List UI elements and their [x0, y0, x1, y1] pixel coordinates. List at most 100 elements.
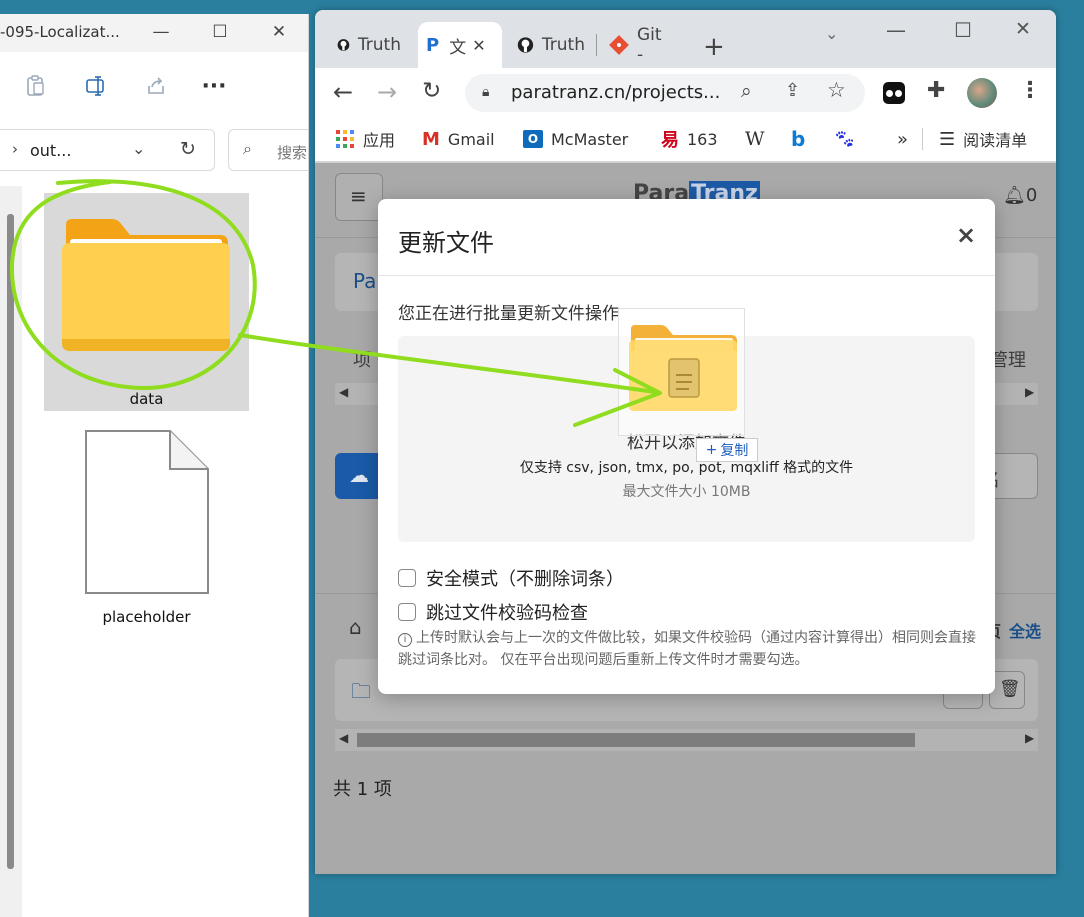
bookmark-apps[interactable]: 应用 [335, 124, 395, 154]
search-box[interactable]: ⌕ 搜索 [228, 129, 308, 171]
table-scrollbar[interactable]: ◀ ▶ [335, 729, 1038, 751]
tab-github-2[interactable]: Truth [509, 22, 593, 68]
tab-paratranz[interactable]: P 文 ✕ [418, 22, 502, 68]
close-button[interactable]: ✕ [1015, 18, 1031, 40]
url-bar[interactable]: 🔒︎ paratranz.cn/projects... ⌕ ⇪ ☆ [465, 74, 865, 112]
file-explorer-window: -095-Localizat... — ☐ ✕ ··· › out... ⌄ ↻… [0, 14, 309, 917]
plus-icon: + [705, 442, 718, 458]
item-label: placeholder [102, 608, 191, 626]
trash-icon: 🗑︎ [999, 679, 1021, 699]
zoom-icon[interactable]: ⌕ [741, 80, 752, 102]
tab-close-icon[interactable]: ✕ [472, 36, 485, 55]
skip-checksum-option[interactable]: 跳过文件校验码检查 [398, 599, 588, 625]
home-icon[interactable]: ⌂ [349, 615, 362, 639]
minimize-button[interactable]: — [146, 17, 176, 47]
bookmark-wikipedia[interactable]: W [745, 124, 765, 154]
reading-list-button[interactable]: ☰ 阅读清单 [939, 124, 1027, 154]
git-icon [609, 35, 629, 55]
bookmark-star-icon[interactable]: ☆ [827, 78, 846, 102]
copy-badge: + 复制 [696, 438, 758, 462]
bookmark-label: Gmail [447, 129, 495, 149]
refresh-icon[interactable]: ↻ [180, 138, 196, 160]
bookmark-bing[interactable]: b [791, 124, 805, 154]
checksum-hint: i 上传时默认会与上一次的文件做比较，如果文件校验码（通过内容计算得出）相同则会直… [398, 627, 978, 671]
overflow-label: » [897, 128, 909, 150]
maximize-button[interactable]: ☐ [205, 17, 235, 47]
wikipedia-icon: W [745, 128, 765, 150]
menu-icon[interactable]: ⋮ [1019, 78, 1041, 103]
baidu-paw-icon: 🐾︎ [833, 128, 856, 150]
reading-list-icon: ☰ [939, 128, 956, 150]
tab-label: 文 [449, 37, 467, 58]
tab-git[interactable]: Git - [601, 22, 681, 68]
hint-text: 上传时默认会与上一次的文件做比较，如果文件校验码（通过内容计算得出）相同则会直接… [398, 630, 976, 668]
netease-icon: 易 [661, 130, 679, 151]
safe-mode-option[interactable]: 安全模式（不删除词条） [398, 565, 624, 591]
tab-label: Truth [357, 35, 401, 55]
forward-icon[interactable]: → [377, 78, 397, 106]
new-tab-icon[interactable]: + [703, 32, 725, 62]
select-all-link[interactable]: 全选 [1009, 618, 1041, 642]
skip-checksum-checkbox[interactable] [398, 603, 416, 621]
minimize-button[interactable]: — [886, 18, 906, 42]
hamburger-icon: ≡ [350, 184, 367, 208]
dialog-divider [378, 275, 995, 276]
tab-divider [596, 34, 597, 56]
tab-search-icon[interactable]: ⌄ [825, 24, 838, 43]
tab-left[interactable]: 项 [353, 346, 371, 372]
folder-item-data[interactable]: data [44, 193, 249, 411]
search-placeholder: 搜索 [277, 144, 308, 162]
chevron-down-icon[interactable]: ⌄ [132, 139, 145, 158]
bookmark-baidu[interactable]: 🐾︎ [833, 124, 856, 154]
github-icon [517, 37, 534, 53]
bookmark-gmail[interactable]: M Gmail [422, 124, 495, 154]
bing-icon: b [791, 127, 806, 151]
safe-mode-checkbox[interactable] [398, 569, 416, 587]
tab-github-1[interactable]: Truth [329, 22, 409, 68]
dialog-description: 您正在进行批量更新文件操作 [398, 304, 619, 324]
folder-icon [62, 219, 230, 351]
bookmark-163[interactable]: 易 163 [661, 124, 718, 154]
tab-right[interactable]: 管理 [990, 346, 1026, 372]
bookmark-mcmaster[interactable]: O McMaster [523, 124, 628, 154]
dragged-folder-icon [629, 325, 737, 411]
bookmarks-overflow-button[interactable]: » [897, 124, 908, 154]
explorer-titlebar: -095-Localizat... — ☐ ✕ [0, 14, 308, 52]
explorer-toolbar: ··· [0, 66, 308, 110]
back-icon[interactable]: ← [333, 78, 353, 106]
reading-list-label: 阅读清单 [963, 131, 1028, 150]
blank-file-icon [85, 430, 209, 594]
bell-icon: 🔔︎ [1003, 185, 1026, 206]
more-options-icon[interactable]: ··· [200, 72, 228, 100]
maximize-button[interactable]: ☐ [954, 18, 972, 42]
outlook-icon: O [523, 130, 543, 148]
share-icon[interactable] [142, 72, 170, 100]
dialog-close-button[interactable]: × [956, 221, 976, 249]
tab-label: Git - [636, 25, 662, 65]
hamburger-menu-button[interactable]: ≡ [335, 173, 383, 221]
address-bar[interactable]: › out... ⌄ ↻ [0, 129, 215, 171]
profile-avatar[interactable] [967, 78, 997, 108]
extensions-icon[interactable]: ✚ [927, 78, 945, 103]
rename-icon[interactable] [82, 72, 110, 100]
share-icon[interactable]: ⇪ [785, 80, 800, 101]
supported-formats: 仅支持 csv, json, tmx, po, pot, mqxliff 格式的… [519, 460, 854, 476]
explorer-title: -095-Localizat... [0, 23, 120, 41]
file-item-placeholder[interactable]: placeholder [44, 419, 249, 639]
paste-icon[interactable] [22, 72, 50, 100]
folder-outline-icon: 🗀 [351, 679, 371, 703]
address-text: out... [30, 141, 72, 160]
notifications[interactable]: 🔔︎0 [1003, 185, 1037, 206]
tampermonkey-icon[interactable] [883, 82, 905, 104]
project-name[interactable]: Pa [353, 269, 376, 293]
copy-label: 复制 [720, 443, 749, 459]
bookmark-label: 应用 [363, 131, 396, 150]
dialog-title: 更新文件 [398, 229, 494, 257]
gmail-icon: M [422, 128, 440, 150]
vertical-scrollbar[interactable] [7, 214, 14, 869]
notification-count: 0 [1025, 185, 1038, 206]
paratranz-favicon-icon: P [426, 34, 440, 56]
close-button[interactable]: ✕ [264, 17, 294, 47]
reload-icon[interactable]: ↻ [422, 78, 441, 104]
bookmarks-divider [922, 128, 923, 150]
